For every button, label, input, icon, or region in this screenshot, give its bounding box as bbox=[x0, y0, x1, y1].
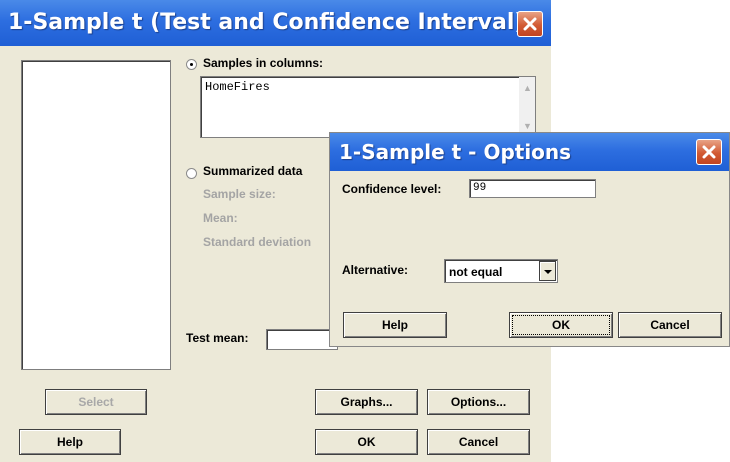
options-ok-button[interactable]: OK bbox=[509, 312, 613, 338]
main-close-button[interactable] bbox=[517, 11, 543, 37]
mean-label: Mean: bbox=[203, 211, 238, 225]
test-mean-input[interactable] bbox=[266, 329, 338, 350]
chevron-down-icon[interactable] bbox=[539, 261, 556, 281]
samples-columns-value: HomeFires bbox=[205, 80, 270, 94]
scroll-up-icon: ▲ bbox=[523, 83, 532, 93]
options-cancel-button[interactable]: Cancel bbox=[618, 312, 722, 338]
options-help-button[interactable]: Help bbox=[343, 312, 447, 338]
test-mean-label: Test mean: bbox=[186, 331, 249, 345]
ok-button[interactable]: OK bbox=[315, 429, 418, 455]
options-titlebar[interactable]: 1-Sample t - Options bbox=[330, 133, 729, 171]
samples-columns-input[interactable]: HomeFires ▲ ▼ bbox=[200, 76, 536, 138]
options-dialog-title: 1-Sample t - Options bbox=[339, 140, 572, 164]
sample-size-label: Sample size: bbox=[203, 187, 276, 201]
alternative-label: Alternative: bbox=[342, 263, 409, 277]
select-button[interactable]: Select bbox=[45, 389, 147, 415]
main-dialog-title: 1-Sample t (Test and Confidence Interval… bbox=[8, 10, 525, 35]
alternative-value: not equal bbox=[449, 265, 503, 279]
summarized-data-label: Summarized data bbox=[203, 164, 303, 178]
confidence-level-label: Confidence level: bbox=[342, 182, 442, 196]
scroll-down-icon: ▼ bbox=[523, 121, 532, 131]
variable-list[interactable] bbox=[21, 60, 171, 370]
close-icon bbox=[523, 17, 537, 31]
standard-deviation-label: Standard deviation bbox=[203, 235, 312, 249]
summarized-data-radio[interactable] bbox=[186, 168, 197, 179]
confidence-level-input[interactable]: 99 bbox=[469, 179, 596, 198]
options-close-button[interactable] bbox=[696, 139, 722, 165]
main-titlebar[interactable]: 1-Sample t (Test and Confidence Interval… bbox=[0, 0, 551, 46]
help-button[interactable]: Help bbox=[19, 429, 121, 455]
samples-in-columns-radio[interactable] bbox=[186, 59, 197, 70]
graphs-button[interactable]: Graphs... bbox=[315, 389, 418, 415]
options-dialog: 1-Sample t - Options Confidence level: 9… bbox=[329, 132, 730, 347]
samples-columns-scrollbar[interactable]: ▲ ▼ bbox=[519, 77, 535, 137]
cancel-button[interactable]: Cancel bbox=[427, 429, 530, 455]
confidence-level-value: 99 bbox=[473, 182, 487, 194]
alternative-select[interactable]: not equal bbox=[444, 259, 558, 283]
samples-in-columns-label: Samples in columns: bbox=[203, 56, 324, 70]
close-icon bbox=[702, 145, 716, 159]
options-button[interactable]: Options... bbox=[427, 389, 530, 415]
